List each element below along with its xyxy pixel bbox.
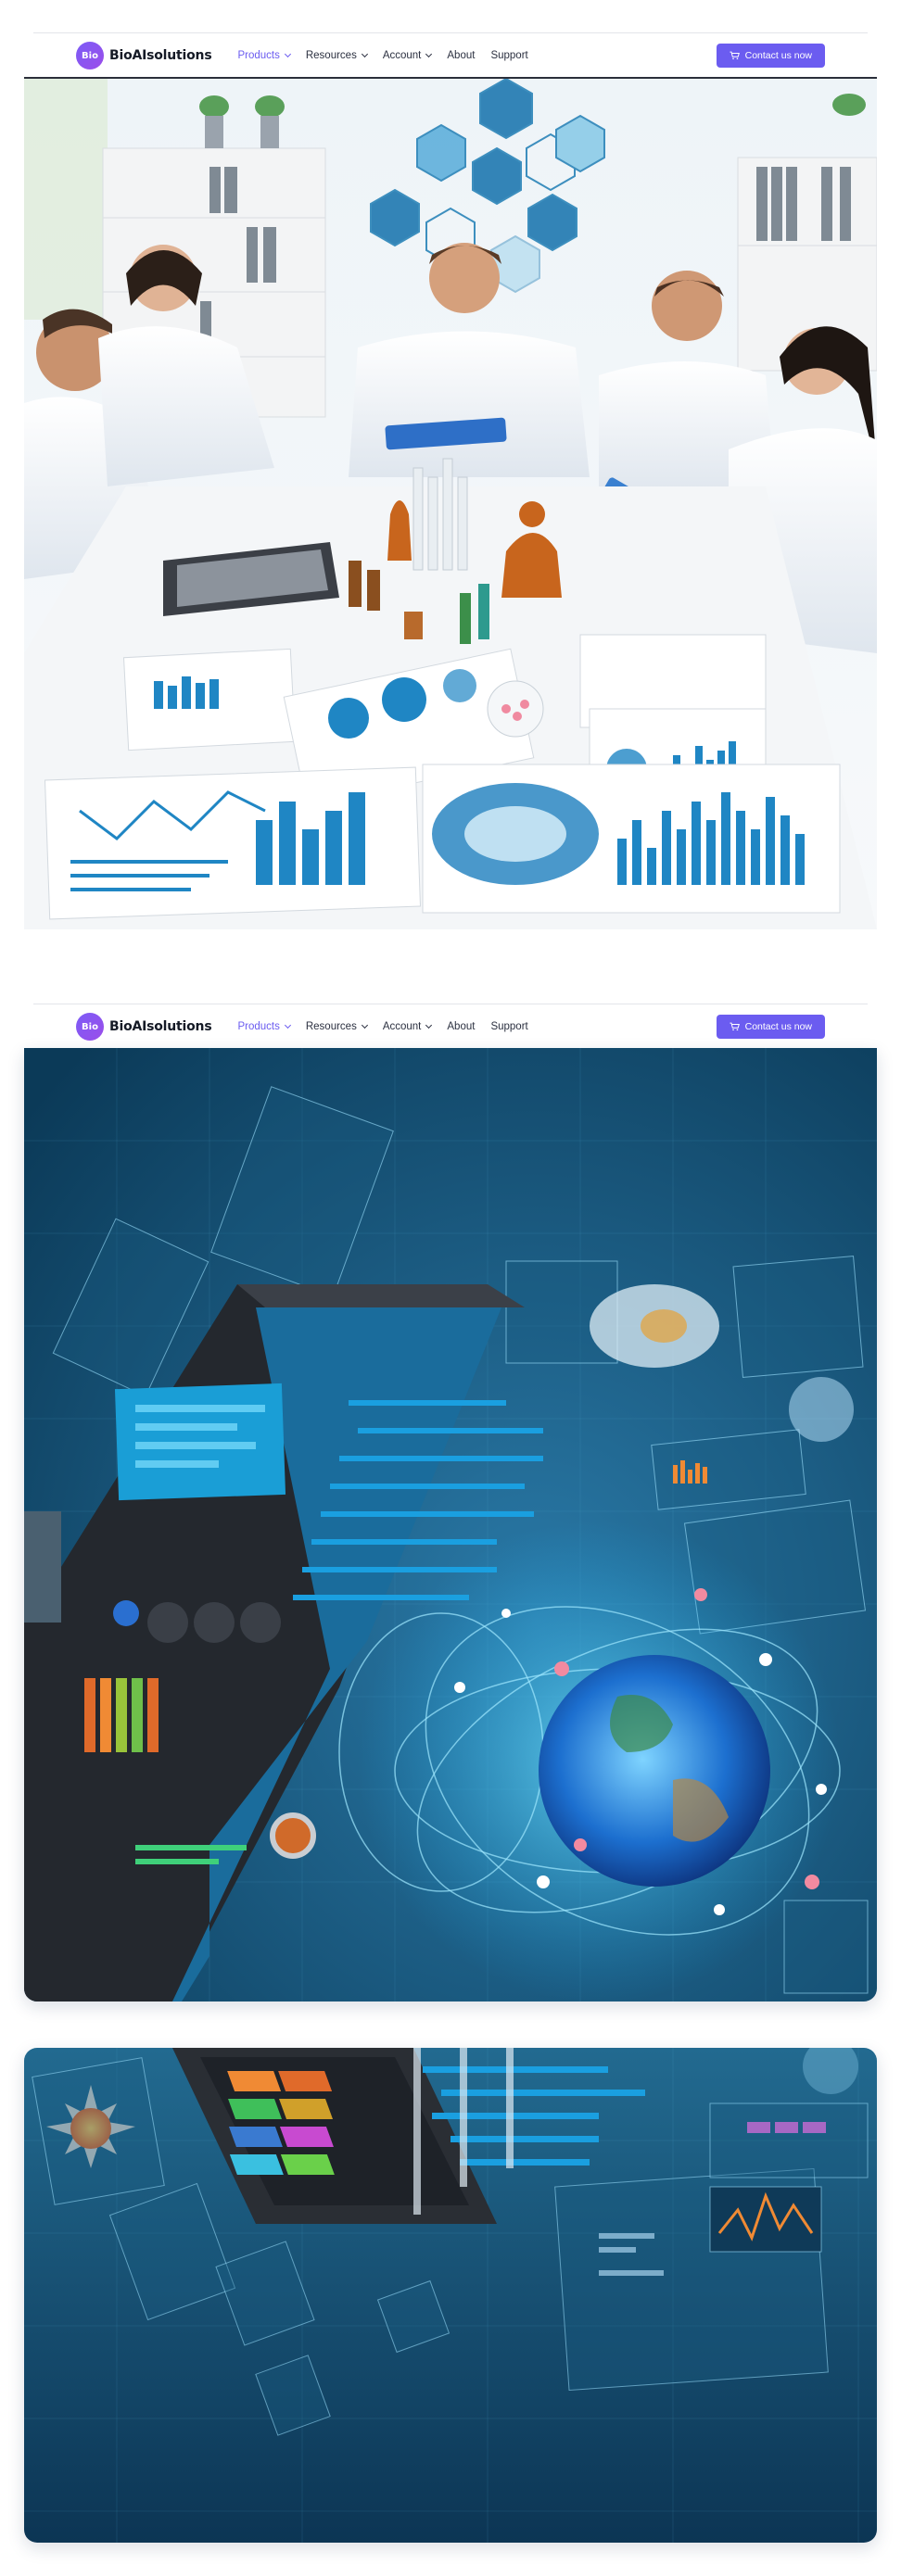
navbar-inner: Bio BioAIsolutions Products Resources Ac… [76,33,825,78]
logo[interactable]: Bio BioAIsolutions [76,1013,212,1041]
menu-item-resources[interactable]: Resources [305,50,368,61]
navbar: Bio BioAIsolutions Products Resources Ac… [0,33,901,78]
menu-item-label: Account [382,50,422,61]
cart-icon [730,1022,740,1031]
menu-item-label: Resources [305,50,357,61]
contact-us-label: Contact us now [744,50,812,61]
menu-item-about[interactable]: About [447,1021,475,1032]
chevron-down-icon [425,50,433,58]
bioinformatics-dashboard-image [24,2048,877,2543]
logo-badge: Bio [76,42,104,69]
menu-item-label: Resources [305,1021,357,1032]
logo-text: BioAIsolutions [109,1019,212,1034]
menu-item-label: Account [382,1021,422,1032]
chevron-down-icon [284,1021,291,1029]
menu-item-account[interactable]: Account [382,50,433,61]
menu-item-label: Support [490,50,528,61]
menu-item-about[interactable]: About [447,50,475,61]
dashboard-illustration [24,2048,877,2543]
menu-item-label: About [447,1021,476,1032]
main-menu: Products Resources Account About Support [237,50,527,61]
menu-item-account[interactable]: Account [382,1021,433,1032]
logo-text: BioAIsolutions [109,48,212,63]
navbar-inner: Bio BioAIsolutions Products Resources Ac… [76,1004,825,1049]
medical-team-illustration [24,79,877,929]
logo[interactable]: Bio BioAIsolutions [76,42,212,69]
menu-item-support[interactable]: Support [490,50,527,61]
menu-item-label: Products [237,1021,280,1032]
chevron-down-icon [361,1021,368,1029]
contact-us-button[interactable]: Contact us now [716,1015,825,1039]
medical-team-meeting-image [24,79,877,929]
chevron-down-icon [425,1021,433,1029]
chevron-down-icon [284,50,291,58]
server-globe-illustration [24,1048,877,2001]
logo-badge: Bio [76,1013,104,1041]
menu-item-products[interactable]: Products [237,50,291,61]
contact-us-button[interactable]: Contact us now [716,44,825,68]
menu-item-label: Support [490,1021,528,1032]
contact-us-label: Contact us now [744,1021,812,1032]
menu-item-resources[interactable]: Resources [305,1021,368,1032]
chevron-down-icon [361,50,368,58]
menu-item-support[interactable]: Support [490,1021,527,1032]
menu-item-label: About [447,50,476,61]
menu-item-label: Products [237,50,280,61]
bioinformatics-server-globe-image [24,1048,877,2001]
table-documents [44,634,841,920]
cart-icon [730,51,740,60]
navbar: Bio BioAIsolutions Products Resources Ac… [0,1004,901,1049]
main-menu: Products Resources Account About Support [237,1021,527,1032]
menu-item-products[interactable]: Products [237,1021,291,1032]
